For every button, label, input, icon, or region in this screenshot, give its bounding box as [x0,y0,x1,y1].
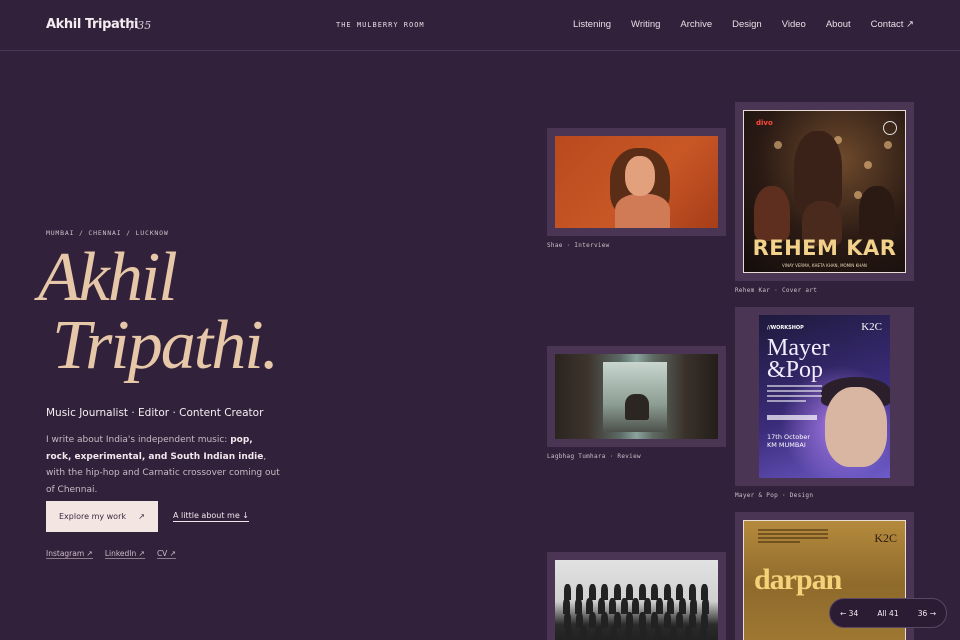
explore-work-label: Explore my work [59,512,126,521]
pager-all[interactable]: All 41 [877,609,898,618]
about-me-link[interactable]: A little about me ↓ [173,511,250,522]
mayer-date-line2: KM MUMBAI [767,441,806,449]
shae-caption: Shae · Interview [547,242,610,249]
label-logo-icon [883,121,897,135]
brand-name[interactable]: Akhil Tripathi [46,17,139,32]
roles-line: Music Journalist · Editor · Content Crea… [46,407,264,419]
card-rehem-kar[interactable]: divo REHEM KAR VINAY VERMA, KHETA KHAN, … [735,102,914,281]
social-links: Instagram ↗ LinkedIn ↗ CV ↗ [46,549,188,559]
location-label: MUMBAI / CHENNAI / LUCKNOW [46,229,169,237]
nav-contact[interactable]: Contact ↗ [871,19,914,30]
rehem-kar-caption: Rehem Kar · Cover art [735,287,818,294]
brand-number: / 35 [130,19,152,32]
choir-photo [555,560,718,640]
mayer-and-pop-poster: //WORKSHOP K2C Mayer &Pop 17th October K… [759,315,890,478]
hero-name-first: Akhil [38,239,178,316]
explore-work-button[interactable]: Explore my work ↗ [46,501,158,532]
darpan-title: darpan [754,563,842,596]
rehem-kar-credits: VINAY VERMA, KHETA KHAN, MOMIN KHAN [782,263,867,268]
instagram-link[interactable]: Instagram ↗ [46,549,93,559]
pager-prev[interactable]: ← 34 [840,609,858,618]
mayer-date: 17th October KM MUMBAI [767,433,810,449]
card-shae[interactable] [547,128,726,236]
mayer-and-pop-caption: Mayer & Pop · Design [735,492,814,499]
divo-logo: divo [756,119,773,127]
lagbhag-tumhara-caption: Lagbhag Tumhara · Review [547,453,641,460]
nav-writing[interactable]: Writing [631,19,660,30]
bio-text-start: I write about India's independent music: [46,435,231,445]
lagbhag-tumhara-still [555,354,718,439]
rehem-kar-title: REHEM KAR [752,236,897,260]
nav-listening[interactable]: Listening [573,19,611,30]
pagination: ← 34 All 41 36 → [829,598,947,628]
darpan-k2c-logo: K2C [874,531,897,545]
workshop-tag: //WORKSHOP [767,325,804,331]
hero-name: Akhil Tripathi. [38,239,279,384]
main-nav: Listening Writing Archive Design Video A… [553,19,914,30]
nav-archive[interactable]: Archive [680,19,712,30]
mayer-date-line1: 17th October [767,433,811,441]
site-header: Akhil Tripathi / 35 THE MULBERRY ROOM Li… [0,0,960,51]
mayer-title-line1: Mayer [767,335,830,361]
mayer-title-line2: &Pop [767,357,824,383]
shae-photo [555,136,718,228]
nav-video[interactable]: Video [782,19,806,30]
arrow-up-right-icon: ↗ [138,512,145,521]
card-mayer-and-pop[interactable]: //WORKSHOP K2C Mayer &Pop 17th October K… [735,307,914,486]
mayer-and-pop-title: Mayer &Pop [767,335,830,383]
pager-next[interactable]: 36 → [918,609,936,618]
k2c-logo: K2C [861,321,882,333]
card-lagbhag-tumhara[interactable] [547,346,726,447]
card-choir[interactable] [547,552,726,640]
nav-design[interactable]: Design [732,19,762,30]
linkedin-link[interactable]: LinkedIn ↗ [104,549,145,559]
bio-paragraph: I write about India's independent music:… [46,432,281,498]
hero-name-last: Tripathi. [52,307,279,384]
nav-about[interactable]: About [826,19,851,30]
site-title: THE MULBERRY ROOM [336,21,425,29]
cv-link[interactable]: CV ↗ [156,549,176,559]
rehem-kar-cover: divo REHEM KAR VINAY VERMA, KHETA KHAN, … [743,110,906,273]
